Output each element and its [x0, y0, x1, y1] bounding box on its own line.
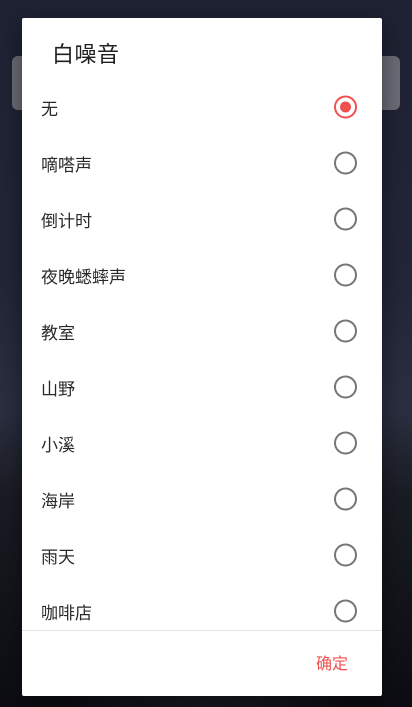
- option-label: 夜晚蟋蟀声: [41, 267, 126, 288]
- option-label: 无: [41, 99, 58, 120]
- option-item-0[interactable]: 无: [22, 79, 382, 135]
- option-item-7[interactable]: 海岸: [22, 471, 382, 527]
- option-item-2[interactable]: 倒计时: [22, 191, 382, 247]
- radio-unchecked-icon[interactable]: [334, 319, 357, 343]
- radio-unchecked-icon[interactable]: [334, 207, 357, 231]
- option-label: 嘀嗒声: [41, 155, 92, 176]
- option-label: 雨天: [41, 547, 75, 568]
- radio-unchecked-icon[interactable]: [334, 151, 357, 175]
- radio-unchecked-icon[interactable]: [334, 375, 357, 399]
- option-label: 教室: [41, 323, 75, 344]
- dialog-title: 白噪音: [52, 43, 120, 68]
- radio-unchecked-icon[interactable]: [334, 543, 357, 567]
- radio-unchecked-icon[interactable]: [334, 599, 357, 623]
- option-list[interactable]: 无 嘀嗒声 倒计时 夜晚蟋蟀声 教室 山野 小溪 海岸 雨天 咖啡店: [22, 79, 382, 630]
- footer-divider: [22, 630, 382, 631]
- option-item-1[interactable]: 嘀嗒声: [22, 135, 382, 191]
- option-item-3[interactable]: 夜晚蟋蟀声: [22, 247, 382, 303]
- white-noise-dialog: 白噪音 无 嘀嗒声 倒计时 夜晚蟋蟀声 教室 山野 小溪 海岸 雨天 咖啡店 确…: [22, 18, 382, 696]
- option-label: 倒计时: [41, 211, 92, 232]
- option-item-9[interactable]: 咖啡店: [22, 583, 382, 630]
- radio-unchecked-icon[interactable]: [334, 431, 357, 455]
- confirm-button[interactable]: 确定: [316, 650, 348, 678]
- radio-checked-icon[interactable]: [334, 95, 357, 119]
- radio-dot-icon: [340, 101, 351, 113]
- option-item-8[interactable]: 雨天: [22, 527, 382, 583]
- option-label: 咖啡店: [41, 603, 92, 624]
- option-item-6[interactable]: 小溪: [22, 415, 382, 471]
- option-label: 小溪: [41, 435, 75, 456]
- option-item-4[interactable]: 教室: [22, 303, 382, 359]
- radio-unchecked-icon[interactable]: [334, 487, 357, 511]
- option-item-5[interactable]: 山野: [22, 359, 382, 415]
- option-label: 海岸: [41, 491, 75, 512]
- option-label: 山野: [41, 379, 75, 400]
- radio-unchecked-icon[interactable]: [334, 263, 357, 287]
